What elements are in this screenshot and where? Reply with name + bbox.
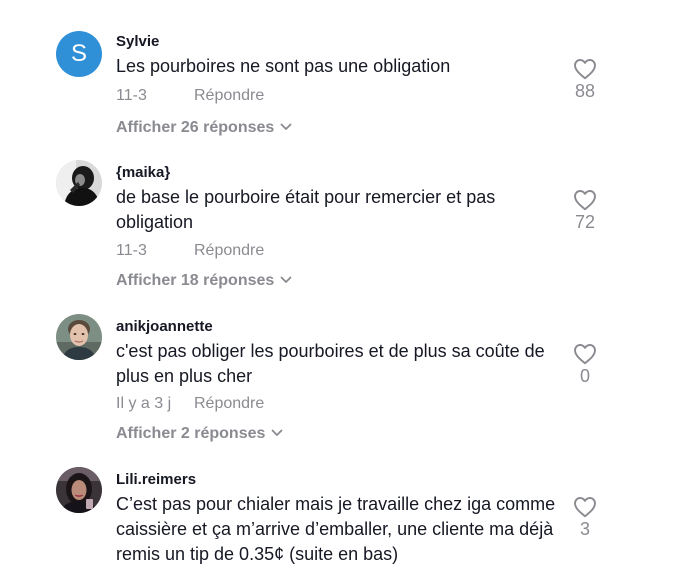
chevron-down-icon bbox=[280, 123, 292, 130]
heart-outline-icon bbox=[574, 497, 596, 518]
like-button[interactable]: 3 bbox=[565, 496, 605, 540]
avatar-photo bbox=[56, 314, 102, 360]
heart-outline-icon bbox=[574, 190, 596, 211]
like-button[interactable]: 88 bbox=[565, 58, 605, 102]
comment-text: C’est pas pour chialer mais je travaille… bbox=[116, 494, 556, 564]
view-replies-button[interactable]: Afficher 26 réponses bbox=[116, 119, 292, 137]
like-button[interactable]: 72 bbox=[565, 189, 605, 233]
reply-button[interactable]: Répondre bbox=[194, 395, 264, 413]
comment-date: 11-3 bbox=[116, 242, 147, 259]
view-replies-button[interactable]: Afficher 2 réponses bbox=[116, 425, 283, 443]
view-replies-button[interactable]: Afficher 18 réponses bbox=[116, 272, 292, 290]
reply-button[interactable]: Répondre bbox=[194, 242, 264, 260]
avatar-photo bbox=[56, 467, 102, 513]
avatar-photo bbox=[56, 160, 102, 206]
avatar[interactable] bbox=[56, 160, 102, 206]
comment-text: c'est pas obliger les pourboires et de p… bbox=[116, 341, 545, 386]
comment-username[interactable]: Sylvie bbox=[116, 33, 159, 50]
reply-button[interactable]: Répondre bbox=[194, 87, 264, 105]
view-replies-label: Afficher 2 réponses bbox=[116, 425, 266, 442]
like-count: 88 bbox=[574, 81, 596, 101]
view-replies-label: Afficher 18 réponses bbox=[116, 272, 275, 289]
heart-outline-icon bbox=[574, 59, 596, 80]
comment-meta: Il y a 3 j Répondre bbox=[116, 395, 264, 413]
comment-date: Il y a 3 j bbox=[116, 395, 172, 412]
comment-meta: 11-3 Répondre bbox=[116, 87, 264, 105]
like-count: 0 bbox=[579, 366, 590, 386]
comment-text: Les pourboires ne sont pas une obligatio… bbox=[116, 56, 451, 76]
chevron-down-icon bbox=[271, 429, 283, 436]
heart-outline-icon bbox=[574, 344, 596, 365]
like-count: 72 bbox=[574, 212, 596, 232]
avatar-letter: S bbox=[70, 40, 87, 67]
avatar[interactable]: S bbox=[56, 31, 102, 77]
comment-username[interactable]: anikjoannette bbox=[116, 318, 213, 335]
comment-date: 11-3 bbox=[116, 87, 147, 104]
comment-meta: 11-3 Répondre bbox=[116, 242, 264, 260]
chevron-down-icon bbox=[280, 276, 292, 283]
like-button[interactable]: 0 bbox=[565, 343, 605, 387]
comment-text: de base le pourboire était pour remercie… bbox=[116, 187, 496, 232]
comment-username[interactable]: Lili.reimers bbox=[116, 471, 196, 488]
comment-username[interactable]: {maika} bbox=[116, 164, 170, 181]
avatar[interactable] bbox=[56, 314, 102, 360]
like-count: 3 bbox=[579, 519, 590, 539]
view-replies-label: Afficher 26 réponses bbox=[116, 119, 275, 136]
avatar[interactable] bbox=[56, 467, 102, 513]
